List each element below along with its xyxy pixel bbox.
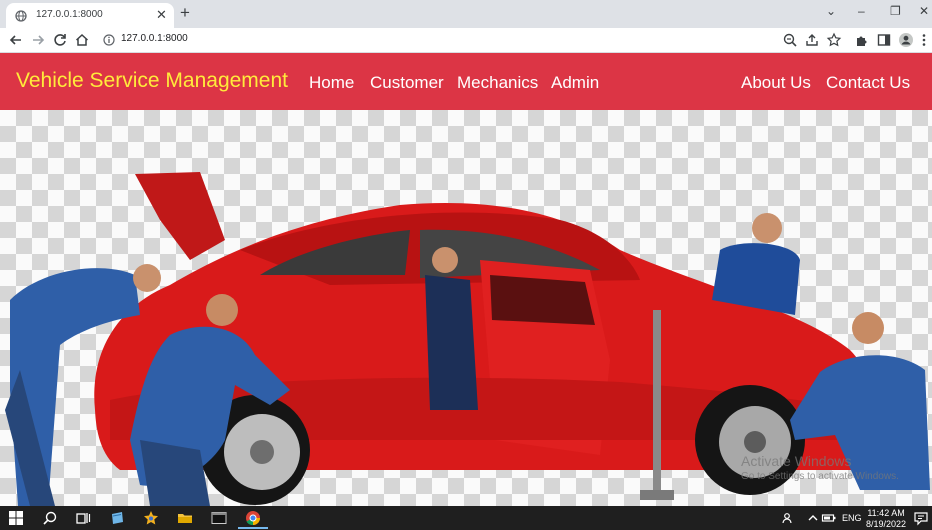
chrome-app-icon[interactable] (245, 510, 261, 526)
task-view-icon[interactable] (75, 510, 91, 526)
watermark-title: Activate Windows (741, 453, 852, 469)
forward-arrow-icon[interactable] (30, 32, 46, 48)
address-bar[interactable]: 127.0.0.1:8000 (121, 33, 188, 44)
language-indicator[interactable]: ENG (842, 513, 862, 523)
browser-tab[interactable]: 127.0.0.1:8000 ✕ (6, 3, 174, 28)
reload-icon[interactable] (52, 32, 68, 48)
windows-taskbar: ENG 11:42 AM 8/19/2022 (0, 506, 932, 530)
car-trunk-lid (135, 172, 225, 260)
star-app-icon[interactable] (143, 510, 159, 526)
nav-mechanics[interactable]: Mechanics (457, 73, 538, 93)
clock-date: 8/19/2022 (866, 519, 907, 529)
bookmark-star-icon[interactable] (826, 32, 842, 48)
extensions-puzzle-icon[interactable] (854, 32, 870, 48)
file-explorer-icon[interactable] (177, 510, 193, 526)
notepad-app-icon[interactable] (109, 510, 125, 526)
globe-icon (15, 9, 27, 22)
new-tab-button[interactable]: + (180, 4, 190, 22)
nav-customer[interactable]: Customer (370, 73, 444, 93)
clock-time: 11:42 AM (867, 508, 905, 518)
nav-home[interactable]: Home (309, 73, 354, 93)
share-icon[interactable] (804, 32, 820, 48)
windows-start-icon[interactable] (8, 510, 24, 526)
browser-toolbar: 127.0.0.1:8000 (0, 28, 932, 53)
back-arrow-icon[interactable] (8, 32, 24, 48)
side-panel-icon[interactable] (876, 32, 892, 48)
kebab-menu-icon[interactable] (920, 32, 928, 48)
tab-search-icon[interactable]: ⌄ (826, 4, 836, 18)
hero-image: Activate Windows Go to Settings to activ… (0, 110, 932, 506)
profile-avatar-icon[interactable] (898, 32, 914, 48)
site-navbar: Vehicle Service Management Home Customer… (0, 53, 932, 110)
active-app-indicator (238, 527, 268, 529)
brand-logo-text[interactable]: Vehicle Service Management (16, 69, 288, 93)
clock[interactable]: 11:42 AM 8/19/2022 (866, 508, 906, 530)
nav-contact-us[interactable]: Contact Us (826, 73, 910, 93)
search-icon[interactable] (42, 510, 58, 526)
car-lift-post (653, 310, 661, 500)
activate-windows-watermark: Activate Windows Go to Settings to activ… (741, 453, 899, 482)
people-icon[interactable] (781, 510, 797, 526)
tab-title: 127.0.0.1:8000 (36, 9, 103, 20)
minimize-button[interactable]: – (858, 4, 865, 18)
restore-button[interactable]: ❐ (890, 4, 901, 18)
browser-tabstrip: 127.0.0.1:8000 ✕ + ⌄ – ❐ ✕ (0, 0, 932, 28)
chevron-up-icon[interactable] (805, 510, 821, 526)
mechanic-at-hood (712, 213, 800, 315)
close-window-button[interactable]: ✕ (919, 4, 929, 18)
nav-admin[interactable]: Admin (551, 73, 599, 93)
watermark-subtitle: Go to Settings to activate Windows. (741, 471, 899, 482)
notification-center-icon[interactable] (913, 510, 929, 526)
nav-about-us[interactable]: About Us (741, 73, 811, 93)
home-icon[interactable] (74, 32, 90, 48)
car-service-illustration (5, 172, 930, 506)
tab-close-icon[interactable]: ✕ (156, 7, 167, 23)
site-info-icon[interactable] (103, 33, 115, 46)
battery-icon[interactable] (821, 510, 837, 526)
zoom-icon[interactable] (782, 32, 798, 48)
terminal-app-icon[interactable] (211, 510, 227, 526)
